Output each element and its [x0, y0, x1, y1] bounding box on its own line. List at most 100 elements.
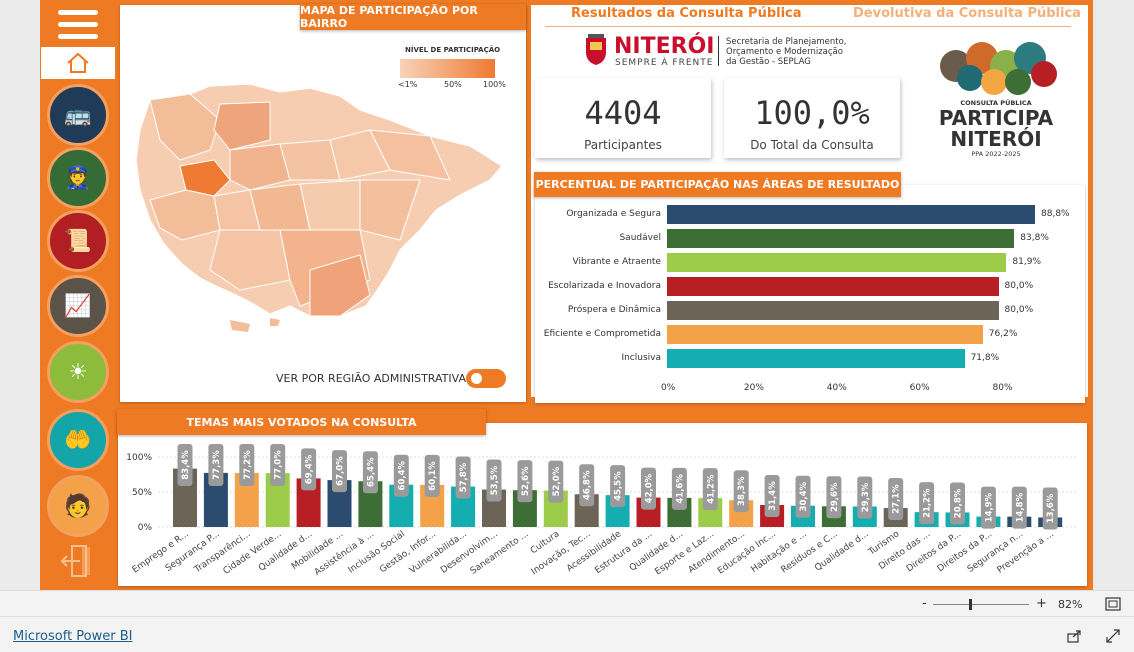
- share-icon[interactable]: [1066, 628, 1082, 644]
- topics-axis-tick: 50%: [132, 488, 152, 498]
- area-bar-value: 83,8%: [1020, 233, 1049, 243]
- legend-gradient: [400, 59, 495, 78]
- topics-axis-tick: 0%: [138, 523, 153, 533]
- topic-bar-value: 77,0%: [274, 450, 284, 480]
- transport-icon[interactable]: 🚌: [47, 84, 109, 146]
- area-bar-label: Inclusiva: [621, 353, 661, 363]
- area-bar-value: 81,9%: [1012, 257, 1042, 267]
- topic-category-label: Saneamento ...: [469, 529, 531, 576]
- neighborhood-map[interactable]: [130, 80, 510, 340]
- secretaria-line-1: Secretaria de Planejamento,: [726, 37, 847, 47]
- area-bar[interactable]: [667, 253, 1007, 272]
- zoom-in-button[interactable]: +: [1036, 596, 1047, 611]
- participants-label: Participantes: [584, 138, 662, 152]
- area-bar[interactable]: [667, 229, 1015, 248]
- total-kpi-card: 100,0% Do Total da Consulta: [724, 78, 900, 158]
- area-bar-label: Eficiente e Comprometida: [543, 329, 661, 339]
- topic-bar-value: 52,6%: [521, 466, 531, 496]
- faces-illustration-icon: [940, 42, 1057, 95]
- area-axis-tick: 20%: [743, 383, 764, 393]
- topic-bar-value: 41,6%: [675, 474, 685, 504]
- zoom-slider[interactable]: [933, 599, 1029, 610]
- nav-devolutiva-link[interactable]: Devolutiva da Consulta Pública: [853, 6, 1081, 21]
- topic-bar-value: 29,6%: [830, 482, 840, 512]
- topics-chart-title: TEMAS MAIS VOTADOS NA CONSULTA: [117, 409, 486, 435]
- area-bar[interactable]: [667, 205, 1036, 224]
- area-bar[interactable]: [667, 325, 983, 344]
- topic-bar-value: 60,4%: [397, 460, 407, 490]
- powerbi-link[interactable]: Microsoft Power BI: [13, 629, 132, 644]
- menu-icon[interactable]: [58, 10, 98, 40]
- area-bar-value: 76,2%: [988, 329, 1018, 339]
- area-bar-label: Próspera e Dinâmica: [567, 305, 661, 315]
- footer-bar: Microsoft Power BI: [0, 616, 1134, 652]
- participants-kpi-card: 4404 Participantes: [535, 78, 711, 158]
- logo-divider: [718, 36, 719, 66]
- legend-title: NÍVEL DE PARTICIPAÇÃO: [405, 46, 501, 54]
- topic-bar-value: 14,8%: [1015, 492, 1025, 522]
- topic-bar-value: 27,1%: [892, 484, 902, 514]
- area-bar-label: Saudável: [619, 233, 661, 243]
- topic-bar-value: 60,1%: [428, 461, 438, 491]
- topic-bar-value: 77,2%: [243, 450, 253, 480]
- sun-icon[interactable]: ☀: [47, 341, 109, 403]
- niteroi-wordmark: NITERÓI: [614, 34, 715, 59]
- coat-of-arms-icon: [586, 34, 606, 65]
- area-bar-value: 80,0%: [1004, 305, 1034, 315]
- topic-bar-value: 53,5%: [490, 465, 500, 495]
- topic-bar-value: 83,4%: [181, 450, 191, 480]
- topic-bar-value: 65,4%: [366, 457, 376, 487]
- niteroi-logo: NITERÓI SEMPRE À FRENTE Secretaria de Pl…: [584, 34, 854, 70]
- podium-person-icon[interactable]: 🧑: [47, 475, 109, 537]
- home-icon: [67, 52, 89, 73]
- secretaria-line-3: da Gestão - SEPLAG: [726, 57, 811, 67]
- niteroi-tagline: SEMPRE À FRENTE: [615, 58, 714, 68]
- status-bar: - + 82%: [0, 590, 1134, 616]
- participa-logo: CONSULTA PÚBLICA PARTICIPA NITERÓI PPA 2…: [934, 36, 1058, 162]
- area-bar[interactable]: [667, 301, 999, 320]
- area-bar[interactable]: [667, 349, 965, 368]
- topic-category-label: Prevenção a ...: [996, 529, 1056, 575]
- area-bar-label: Escolarizada e Inovadora: [548, 281, 661, 291]
- nav-resultados-link[interactable]: Resultados da Consulta Pública: [571, 6, 802, 21]
- security-guard-icon[interactable]: 👮: [47, 147, 109, 209]
- economy-chart-icon[interactable]: 📈: [47, 275, 109, 337]
- topic-bar-value: 45,5%: [614, 471, 624, 501]
- fit-to-page-icon[interactable]: [1105, 597, 1121, 611]
- region-toggle[interactable]: [466, 369, 506, 388]
- area-axis-tick: 60%: [909, 383, 930, 393]
- zoom-value: 82%: [1058, 598, 1083, 611]
- topic-bar-value: 20,8%: [954, 488, 964, 518]
- zoom-slider-thumb[interactable]: [969, 599, 972, 610]
- topic-bar-value: 69,4%: [305, 454, 315, 484]
- topic-category-label: Qualidade d...: [257, 529, 314, 573]
- area-bar-value: 88,8%: [1041, 209, 1070, 219]
- topic-category-label: Direitos da P...: [905, 529, 963, 574]
- topic-bar-value: 67,0%: [336, 456, 346, 486]
- topic-bar-value: 41,2%: [706, 474, 716, 504]
- certificate-icon[interactable]: 📜: [47, 210, 109, 272]
- map-title: MAPA DE PARTICIPAÇÃO POR BAIRRO: [300, 4, 526, 30]
- area-bar-value: 71,8%: [970, 353, 1000, 363]
- topic-bar-value: 30,4%: [799, 481, 809, 511]
- topic-bar-value: 52,0%: [552, 466, 562, 496]
- fullscreen-icon[interactable]: [1105, 628, 1121, 644]
- nav-underline: [545, 26, 1071, 27]
- topic-bar-value: 21,2%: [923, 488, 933, 518]
- zoom-out-button[interactable]: -: [922, 596, 927, 611]
- topic-bar-value: 14,9%: [984, 492, 994, 522]
- exit-icon[interactable]: [58, 543, 98, 579]
- topic-category-label: Qualidade d...: [813, 529, 870, 573]
- hands-care-icon[interactable]: 🤲: [47, 409, 109, 471]
- topic-bar-value: 29,3%: [861, 482, 871, 512]
- area-bar-label: Vibrante e Atraente: [572, 257, 661, 267]
- region-toggle-label: VER POR REGIÃO ADMINISTRATIVA: [276, 372, 466, 385]
- area-bar[interactable]: [667, 277, 999, 296]
- total-label: Do Total da Consulta: [750, 138, 874, 152]
- areas-chart-title: PERCENTUAL DE PARTICIPAÇÃO NAS ÁREAS DE …: [534, 172, 901, 197]
- topic-bar-value: 38,3%: [737, 476, 747, 506]
- home-button[interactable]: [41, 47, 115, 79]
- total-value: 100,0%: [754, 94, 870, 132]
- area-axis-tick: 0%: [661, 383, 676, 393]
- area-bar-value: 80,0%: [1004, 281, 1034, 291]
